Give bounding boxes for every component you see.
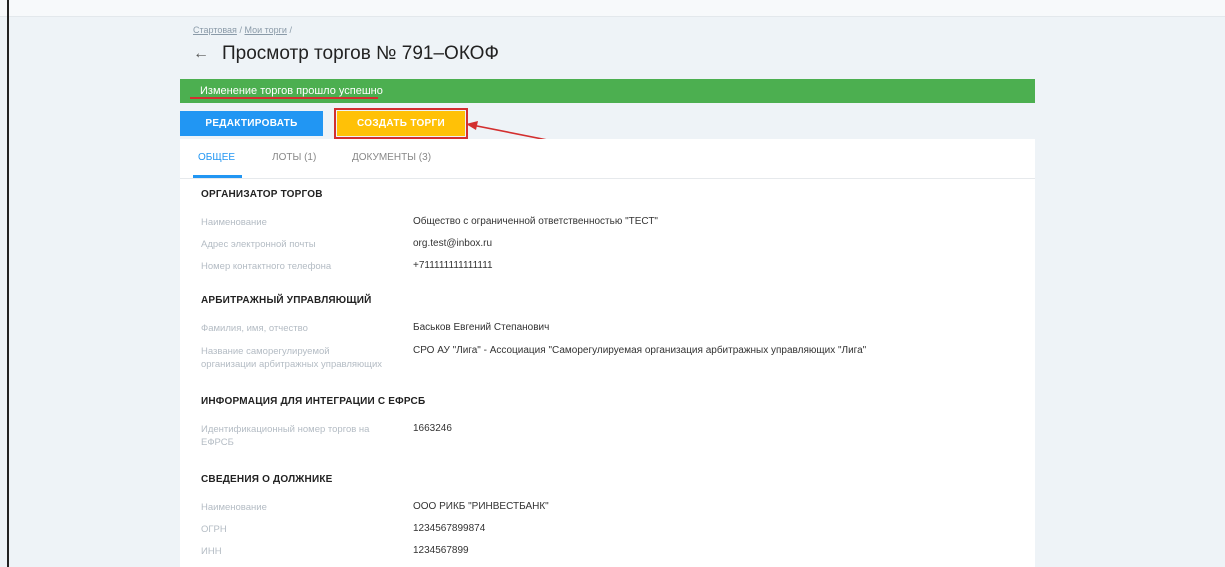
- debtor-inn-label: ИНН: [201, 546, 222, 557]
- organizer-email-label: Адрес электронной почты: [201, 239, 316, 250]
- breadcrumb: Стартовая / Мои торги /: [193, 25, 292, 35]
- breadcrumb-my-trades-link[interactable]: Мои торги: [244, 25, 286, 35]
- tab-general[interactable]: ОБЩЕЕ: [198, 152, 235, 163]
- debtor-inn-value: 1234567899: [413, 545, 469, 556]
- manager-sro-value: СРО АУ "Лига" - Ассоциация "Саморегулиру…: [413, 345, 867, 356]
- organizer-email-value: org.test@inbox.ru: [413, 238, 493, 249]
- efrsb-id-label: Идентификационный номер торгов на ЕФРСБ: [201, 424, 370, 448]
- left-border: [7, 0, 9, 567]
- organizer-phone-value: +711111111111111: [413, 260, 493, 271]
- top-strip: [0, 0, 1225, 17]
- efrsb-id-value: 1663246: [413, 423, 452, 434]
- manager-fio-label: Фамилия, имя, отчество: [201, 323, 308, 334]
- debtor-ogrn-label: ОГРН: [201, 524, 227, 535]
- manager-sro-label: Название саморегулируемой организации ар…: [201, 346, 383, 370]
- organizer-name-value: Общество с ограниченной ответственностью…: [413, 216, 658, 227]
- organizer-phone-label: Номер контактного телефона: [201, 261, 332, 272]
- alert-red-underline: [190, 97, 378, 99]
- breadcrumb-home-link[interactable]: Стартовая: [193, 25, 237, 35]
- section-manager-heading: АРБИТРАЖНЫЙ УПРАВЛЯЮЩИЙ: [201, 295, 372, 306]
- edit-button[interactable]: РЕДАКТИРОВАТЬ: [180, 111, 323, 136]
- active-tab-indicator: [193, 175, 242, 178]
- tab-bar: ОБЩЕЕ ЛОТЫ (1) ДОКУМЕНТЫ (3): [180, 139, 1035, 179]
- arrow-left-icon[interactable]: ←: [193, 45, 209, 63]
- debtor-name-value: ООО РИКБ "РИНВЕСТБАНК": [413, 501, 549, 512]
- tab-lots[interactable]: ЛОТЫ (1): [272, 152, 316, 163]
- section-organizer-heading: ОРГАНИЗАТОР ТОРГОВ: [201, 189, 323, 200]
- breadcrumb-separator: /: [239, 25, 242, 35]
- page-title: Просмотр торгов № 791–ОКОФ: [222, 43, 499, 64]
- success-alert: Изменение торгов прошло успешно: [180, 79, 1035, 103]
- trade-details-card: ОБЩЕЕ ЛОТЫ (1) ДОКУМЕНТЫ (3) ОРГАНИЗАТОР…: [180, 139, 1035, 567]
- debtor-ogrn-value: 1234567899874: [413, 523, 486, 534]
- arrow-head: [466, 121, 478, 130]
- organizer-name-label: Наименование: [201, 217, 267, 228]
- title-row: ← Просмотр торгов № 791–ОКОФ: [193, 42, 499, 66]
- section-efrsb-heading: ИНФОРМАЦИЯ ДЛЯ ИНТЕГРАЦИИ С ЕФРСБ: [201, 396, 426, 407]
- debtor-name-label: Наименование: [201, 502, 267, 513]
- breadcrumb-separator: /: [289, 25, 292, 35]
- section-debtor-heading: СВЕДЕНИЯ О ДОЛЖНИКЕ: [201, 474, 333, 485]
- create-trades-button[interactable]: СОЗДАТЬ ТОРГИ: [334, 108, 468, 139]
- alert-message: Изменение торгов прошло успешно: [200, 85, 383, 97]
- tab-documents[interactable]: ДОКУМЕНТЫ (3): [352, 152, 431, 163]
- toolbar: РЕДАКТИРОВАТЬ СОЗДАТЬ ТОРГИ: [180, 108, 468, 139]
- manager-fio-value: Баськов Евгений Степанович: [413, 322, 550, 333]
